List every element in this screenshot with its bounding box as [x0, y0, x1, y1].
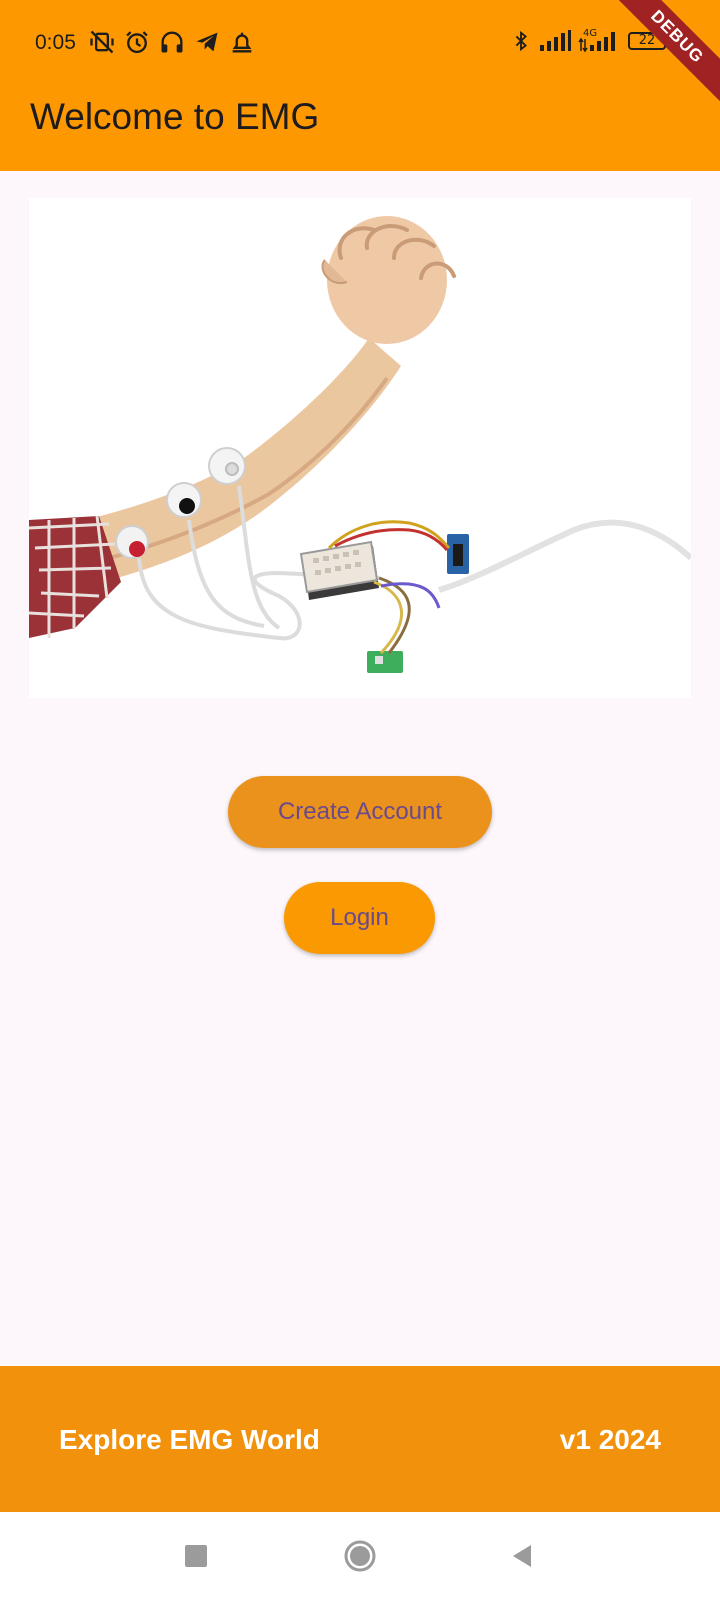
- alarm-icon: [123, 28, 151, 56]
- page-title: Welcome to EMG: [30, 96, 320, 137]
- status-icons-left: [88, 28, 256, 56]
- bluetooth-icon: [510, 27, 532, 55]
- headphones-icon: [158, 28, 186, 56]
- status-bar: 0:05 22 4G: [0, 0, 720, 90]
- footer-version: v1 2024: [559, 1424, 661, 1455]
- app-bar: 0:05 22 4G DEBUG Welcome to EMG: [0, 0, 720, 171]
- create-account-button[interactable]: Create Account: [228, 776, 492, 848]
- alarm-bell-icon: [228, 28, 256, 56]
- network-type-label: 4G: [583, 28, 598, 39]
- signal-icon: [538, 27, 572, 55]
- footer: Explore EMG World v1 2024: [0, 1366, 720, 1512]
- login-button[interactable]: Login: [284, 882, 435, 954]
- vibrate-off-icon: [88, 28, 116, 56]
- telegram-icon: [193, 28, 221, 56]
- status-time: 0:05: [35, 31, 76, 54]
- recents-icon[interactable]: [176, 1536, 216, 1576]
- home-icon[interactable]: [340, 1536, 380, 1576]
- hero-image: [29, 198, 691, 698]
- back-icon[interactable]: [502, 1536, 542, 1576]
- system-nav-bar: [0, 1512, 720, 1600]
- footer-tagline: Explore EMG World: [59, 1424, 320, 1455]
